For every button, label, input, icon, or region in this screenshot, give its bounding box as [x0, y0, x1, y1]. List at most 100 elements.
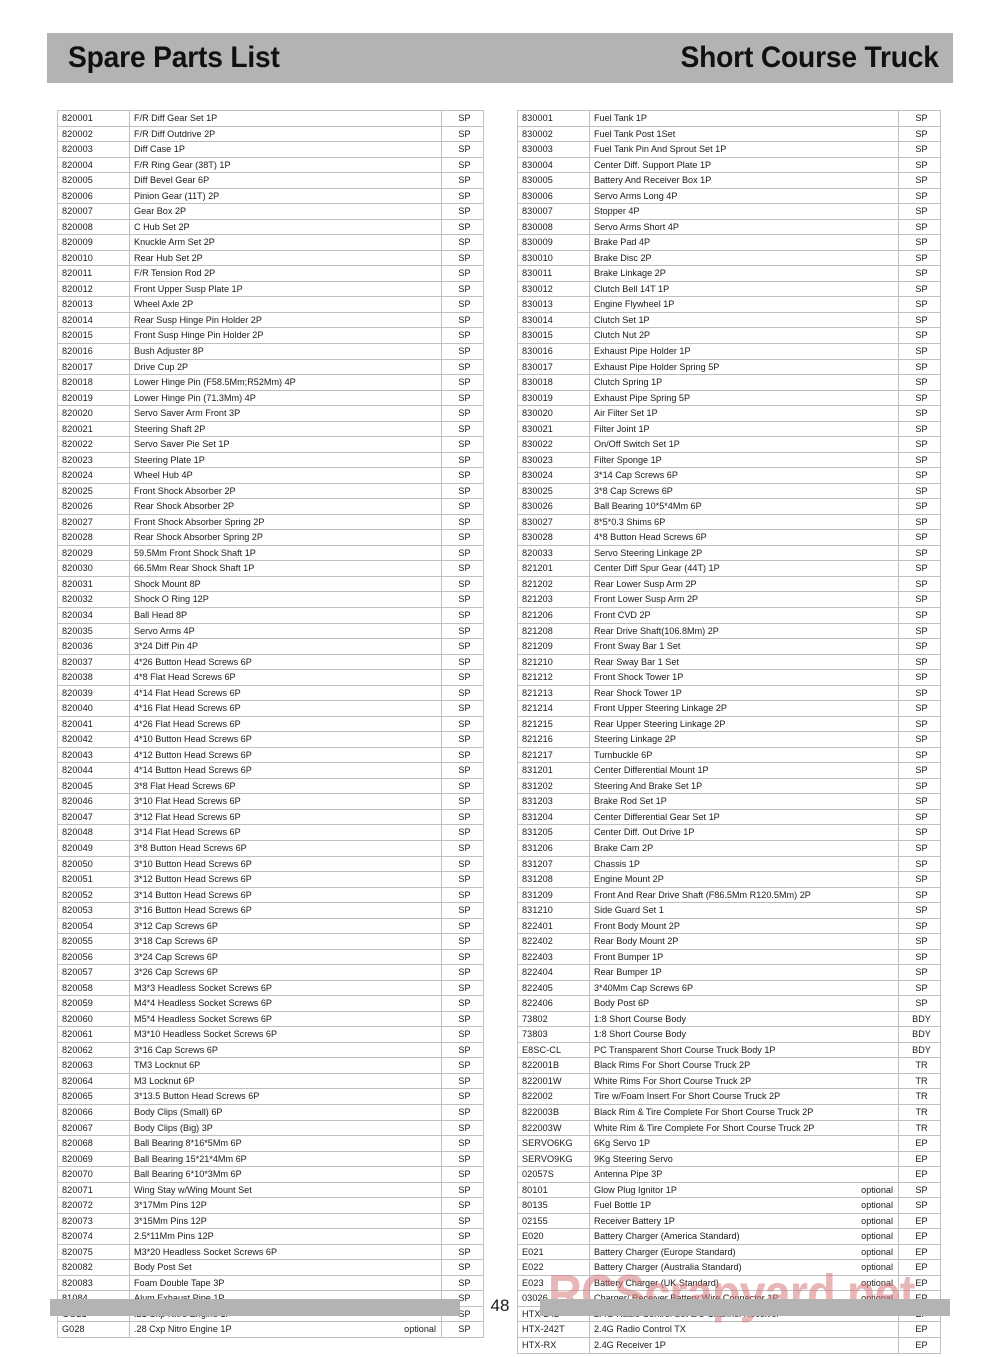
part-number-cell: 821213: [517, 684, 590, 702]
table-row: 830001 Fuel Tank 1P SP: [517, 110, 941, 127]
part-description-cell: 2.4G Radio Control TX: [589, 1321, 899, 1338]
part-category-cell: SP: [441, 125, 484, 143]
part-number-cell: 830021: [517, 420, 590, 438]
part-description-text: Rear Shock Tower 1P: [594, 687, 682, 698]
table-row: 830014 Clutch Set 1P SP: [517, 311, 941, 329]
part-description-cell: Servo Arms Long 4P: [589, 187, 899, 205]
table-row: 830005 Battery And Receiver Box 1P SP: [517, 172, 941, 189]
part-number-cell: 831201: [517, 762, 590, 779]
part-number-cell: 820054: [57, 917, 130, 935]
part-number-cell: 820043: [57, 746, 130, 764]
part-number-cell: 830027: [517, 513, 590, 531]
part-description-cell: White Rim & Tire Complete For Short Cour…: [589, 1119, 899, 1137]
part-category-cell: SP: [441, 436, 484, 453]
part-number-cell: 820042: [57, 731, 130, 748]
table-row: 831210 Side Guard Set 1 SP: [517, 902, 941, 919]
part-category-cell: SP: [898, 203, 941, 220]
part-category-cell: SP: [441, 684, 484, 702]
part-number-cell: 821217: [517, 746, 590, 764]
table-row: 820059 M4*4 Headless Socket Screws 6P SP: [57, 995, 484, 1012]
table-row: 820042 4*10 Button Head Screws 6P SP: [57, 731, 484, 748]
part-description-text: 3*17Mm Pins 12P: [134, 1200, 207, 1211]
part-number-cell: 820033: [517, 544, 590, 562]
spare-parts-table-left-body: 820001 F/R Diff Gear Set 1P SP 820002 F/R Di…: [57, 110, 484, 1338]
table-row: 830019 Exhaust Pipe Spring 5P SP: [517, 389, 941, 407]
part-number-cell: 820059: [57, 995, 130, 1012]
table-row: 830007 Stopper 4P SP: [517, 203, 941, 220]
table-row: 830026 Ball Bearing 10*5*4Mm 6P SP: [517, 498, 941, 515]
part-category-cell: SP: [898, 296, 941, 313]
part-description-cell: Steering And Brake Set 1P: [589, 777, 899, 795]
part-description-text: Side Guard Set 1: [594, 905, 664, 916]
part-description-cell: Rear Bumper 1P: [589, 964, 899, 981]
table-row: 820036 3*24 Diff Pin 4P SP: [57, 638, 484, 655]
part-category-cell: SP: [441, 855, 484, 873]
part-description-text: Brake Disc 2P: [594, 252, 652, 263]
table-row: 820061 M3*10 Headless Socket Screws 6P SP: [57, 1026, 484, 1043]
part-number-cell: 820057: [57, 964, 130, 981]
part-number-cell: 820001: [57, 110, 130, 127]
part-description-cell: Front Upper Steering Linkage 2P: [589, 700, 899, 717]
part-category-cell: SP: [441, 1135, 484, 1152]
part-description-cell: Battery Charger (America Standard) option…: [589, 1228, 899, 1245]
part-description-cell: Rear Drive Shaft(106.8Mm) 2P: [589, 622, 899, 640]
part-number-cell: 822402: [517, 933, 590, 950]
table-row: 831207 Chassis 1P SP: [517, 855, 941, 873]
table-row: 820001 F/R Diff Gear Set 1P SP: [57, 110, 484, 127]
part-category-cell: SP: [898, 156, 941, 174]
part-description-cell: 3*40Mm Cap Screws 6P: [589, 979, 899, 997]
part-description-cell: 4*8 Flat Head Screws 6P: [129, 669, 442, 686]
part-number-cell: 830023: [517, 451, 590, 469]
part-description-cell: Air Filter Set 1P: [589, 405, 899, 422]
part-description-text: C Hub Set 2P: [134, 221, 190, 232]
part-description-cell: Wheel Axle 2P: [129, 296, 442, 313]
part-number-cell: 820052: [57, 886, 130, 904]
part-description-text: Fuel Tank 1P: [594, 113, 647, 123]
part-description-text: F/R Diff Outdrive 2P: [134, 128, 216, 139]
part-category-cell: SP: [898, 420, 941, 438]
part-number-cell: 820005: [57, 172, 130, 189]
part-description-text: 4*12 Button Head Screws 6P: [134, 749, 252, 760]
part-description-cell: Brake Rod Set 1P: [589, 793, 899, 810]
part-number-cell: 831206: [517, 839, 590, 857]
part-description-cell: Clutch Nut 2P: [589, 327, 899, 344]
part-description-text: 4*10 Button Head Screws 6P: [134, 734, 252, 745]
part-description-cell: Rear Shock Tower 1P: [589, 684, 899, 702]
part-description-text: 3*24 Cap Screws 6P: [134, 951, 218, 962]
part-description-text: Battery Charger (Australia Standard): [594, 1262, 742, 1273]
table-row: 822003B Black Rim & Tire Complete For Sho…: [517, 1104, 941, 1121]
part-description-text: M5*4 Headless Socket Screws 6P: [134, 1013, 272, 1024]
part-description-text: On/Off Switch Set 1P: [594, 439, 680, 450]
part-category-cell: SP: [898, 793, 941, 810]
part-description-cell: M4*4 Headless Socket Screws 6P: [129, 995, 442, 1012]
part-description-text: White Rims For Short Course Truck 2P: [594, 1075, 752, 1086]
part-description-cell: F/R Diff Outdrive 2P: [129, 125, 442, 143]
part-description-text: 3*12 Flat Head Screws 6P: [134, 811, 241, 822]
part-category-cell: SP: [898, 607, 941, 624]
part-category-cell: SP: [441, 405, 484, 422]
part-description-text: 3*14 Button Head Screws 6P: [134, 889, 252, 900]
part-category-cell: SP: [898, 1181, 941, 1199]
page-title-spare-parts-list: Spare Parts List: [68, 41, 280, 74]
part-description-text: Knuckle Arm Set 2P: [134, 237, 215, 248]
table-row: 831209 Front And Rear Drive Shaft (F86.5M…: [517, 886, 941, 904]
part-description-cell: 4*16 Flat Head Screws 6P: [129, 700, 442, 717]
table-row: 821217 Turnbuckle 6P SP: [517, 746, 941, 764]
part-description-text: Lower Hinge Pin (F58.5Mm;R52Mm) 4P: [134, 377, 296, 388]
part-number-cell: 820053: [57, 902, 130, 919]
part-description-cell: Rear Shock Absorber 2P: [129, 498, 442, 515]
part-description-cell: 66.5Mm Rear Shock Shaft 1P: [129, 560, 442, 577]
table-row: 820071 Wing Stay w/Wing Mount Set SP: [57, 1181, 484, 1199]
part-description-cell: Front Lower Susp Arm 2P: [589, 591, 899, 608]
part-description-text: 3*13.5 Button Head Screws 6P: [134, 1091, 260, 1102]
table-row: 820011 F/R Tension Rod 2P SP: [57, 265, 484, 282]
part-description-cell: Body Clips (Small) 6P: [129, 1104, 442, 1121]
part-number-cell: 820045: [57, 777, 130, 795]
table-row: 830018 Clutch Spring 1P SP: [517, 374, 941, 391]
part-description-text: Gear Box 2P: [134, 206, 187, 217]
table-row: 822403 Front Bumper 1P SP: [517, 948, 941, 966]
table-row: 820064 M3 Locknut 6P SP: [57, 1072, 484, 1090]
part-description-cell: Center Diff. Support Plate 1P: [589, 156, 899, 174]
part-description-text: Engine Flywheel 1P: [594, 299, 675, 310]
part-number-cell: 820014: [57, 311, 130, 329]
